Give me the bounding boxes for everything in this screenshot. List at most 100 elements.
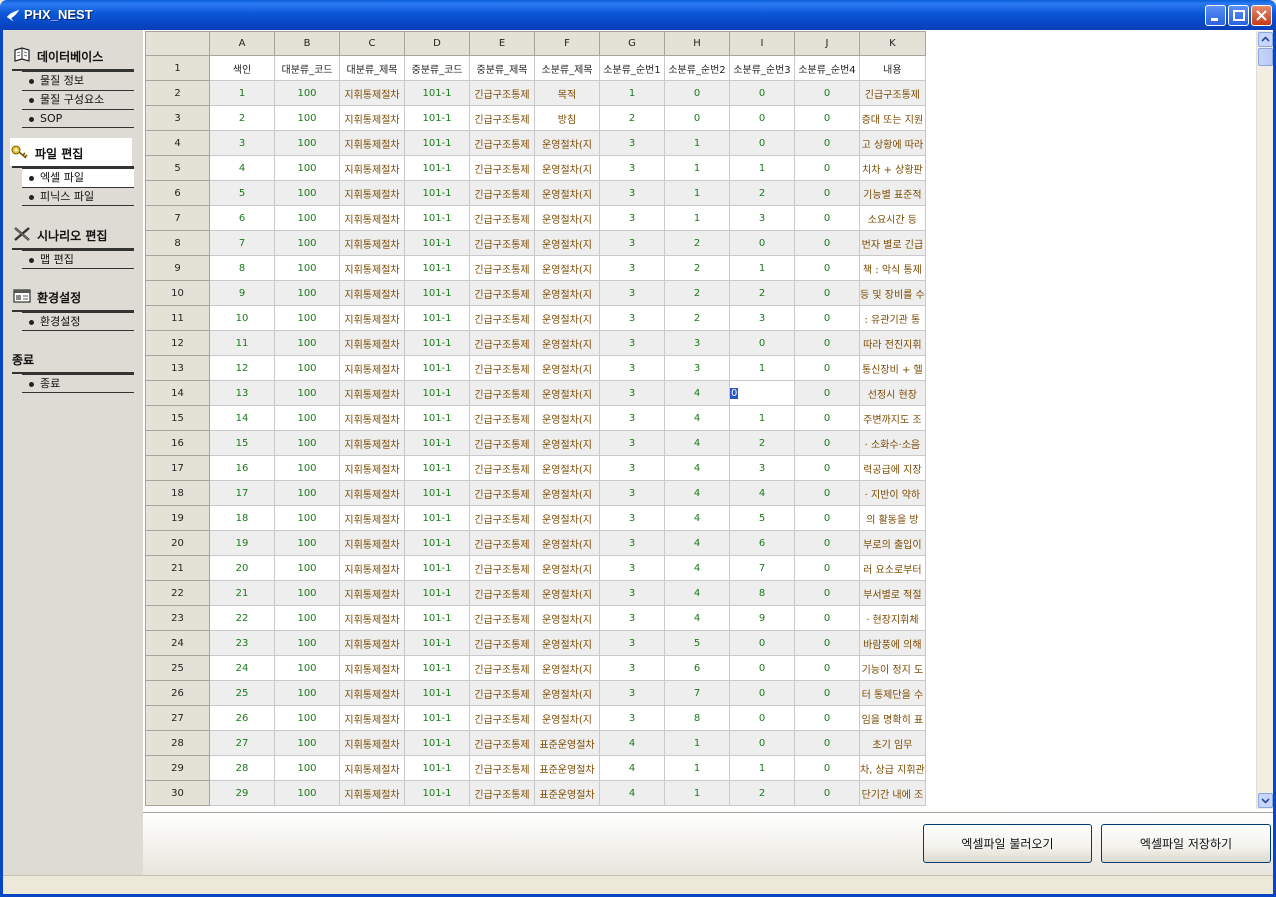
sheet-cell[interactable]: 치차 + 상황판 bbox=[859, 155, 926, 181]
sheet-cell[interactable]: 0 bbox=[729, 380, 795, 406]
sheet-cell[interactable]: 101-1 bbox=[404, 255, 470, 281]
row-header[interactable]: 2 bbox=[145, 80, 210, 106]
sheet-cell[interactable]: 0 bbox=[729, 130, 795, 156]
sheet-cell[interactable]: 1 bbox=[664, 130, 730, 156]
sheet-cell[interactable]: 긴급구조통제 bbox=[469, 780, 535, 806]
sheet-cell[interactable]: 22 bbox=[209, 605, 275, 631]
sheet-cell[interactable]: 1 bbox=[209, 80, 275, 106]
sheet-cell[interactable]: 의 활동을 방 bbox=[859, 505, 926, 531]
sheet-cell[interactable]: 책 : 악식 통제 bbox=[859, 255, 926, 281]
vertical-scrollbar[interactable] bbox=[1256, 31, 1273, 809]
sheet-cell[interactable]: 선정시 현장 bbox=[859, 380, 926, 406]
sheet-cell[interactable]: 3 bbox=[599, 605, 665, 631]
sheet-cell[interactable]: 4 bbox=[664, 555, 730, 581]
sheet-cell[interactable]: · 지반이 약하 bbox=[859, 480, 926, 506]
sheet-cell[interactable]: 0 bbox=[729, 230, 795, 256]
sheet-cell[interactable]: 긴급구조통제 bbox=[469, 380, 535, 406]
sheet-cell[interactable]: 운영절차(지 bbox=[534, 480, 600, 506]
sheet-cell[interactable]: 긴급구조통제 bbox=[469, 630, 535, 656]
sheet-cell[interactable]: 0 bbox=[729, 330, 795, 356]
sheet-cell[interactable]: 1 bbox=[664, 205, 730, 231]
group-exit-header[interactable]: 종료 bbox=[12, 344, 132, 372]
select-all-corner[interactable] bbox=[145, 31, 210, 56]
sheet-cell[interactable]: 101-1 bbox=[404, 230, 470, 256]
sheet-cell[interactable]: 긴급구조통제 bbox=[469, 330, 535, 356]
sheet-cell[interactable]: 지휘통제절차 bbox=[339, 205, 405, 231]
sheet-cell[interactable]: 운영절차(지 bbox=[534, 455, 600, 481]
sheet-cell[interactable]: 증대 또는 지원 bbox=[859, 105, 926, 131]
sheet-cell[interactable]: 0 bbox=[794, 130, 860, 156]
sheet-cell[interactable]: 24 bbox=[209, 655, 275, 681]
sheet-cell[interactable]: 주변까지도 조 bbox=[859, 405, 926, 431]
sheet-cell[interactable]: 101-1 bbox=[404, 305, 470, 331]
sheet-cell[interactable]: 0 bbox=[794, 555, 860, 581]
sheet-cell[interactable]: 101-1 bbox=[404, 780, 470, 806]
sheet-cell[interactable]: 6 bbox=[729, 530, 795, 556]
sheet-cell[interactable]: 101-1 bbox=[404, 655, 470, 681]
sheet-cell[interactable]: 2 bbox=[599, 105, 665, 131]
sheet-cell[interactable]: 운영절차(지 bbox=[534, 205, 600, 231]
sheet-cell[interactable]: 0 bbox=[794, 680, 860, 706]
sheet-cell[interactable]: 지휘통제절차 bbox=[339, 780, 405, 806]
sidebar-item-exit[interactable]: 종료 bbox=[22, 374, 134, 393]
sheet-cell[interactable]: · 현장지휘체 bbox=[859, 605, 926, 631]
sheet-cell[interactable]: 100 bbox=[274, 80, 340, 106]
sheet-cell[interactable]: 0 bbox=[794, 630, 860, 656]
sheet-cell[interactable]: 100 bbox=[274, 530, 340, 556]
sheet-cell[interactable]: 100 bbox=[274, 705, 340, 731]
sheet-cell[interactable]: 단기간 내에 조 bbox=[859, 780, 926, 806]
sheet-cell[interactable]: 지휘통제절차 bbox=[339, 430, 405, 456]
sheet-cell[interactable]: 지휘통제절차 bbox=[339, 180, 405, 206]
sheet-cell[interactable]: 1 bbox=[729, 755, 795, 781]
sheet-cell[interactable]: 운영절차(지 bbox=[534, 580, 600, 606]
sheet-cell[interactable]: 색인 bbox=[209, 55, 275, 81]
sheet-cell[interactable]: 기능이 정지 도 bbox=[859, 655, 926, 681]
sheet-cell[interactable]: 지휘통제절차 bbox=[339, 705, 405, 731]
sheet-cell[interactable]: 100 bbox=[274, 205, 340, 231]
sheet-cell[interactable]: 101-1 bbox=[404, 705, 470, 731]
sheet-cell[interactable]: 긴급구조통제 bbox=[469, 130, 535, 156]
sheet-cell[interactable]: 긴급구조통제 bbox=[469, 705, 535, 731]
sheet-cell[interactable]: 지휘통제절차 bbox=[339, 80, 405, 106]
sheet-cell[interactable]: 12 bbox=[209, 355, 275, 381]
sheet-cell[interactable]: 13 bbox=[209, 380, 275, 406]
sheet-cell[interactable]: 0 bbox=[794, 330, 860, 356]
sheet-cell[interactable]: 3 bbox=[599, 530, 665, 556]
sheet-cell[interactable]: 101-1 bbox=[404, 330, 470, 356]
sheet-cell[interactable]: 긴급구조통제 bbox=[469, 530, 535, 556]
save-excel-button[interactable]: 엑셀파일 저장하기 bbox=[1101, 824, 1271, 863]
sheet-cell[interactable]: 지휘통제절차 bbox=[339, 530, 405, 556]
sheet-cell[interactable]: 운영절차(지 bbox=[534, 405, 600, 431]
sheet-cell[interactable]: 0 bbox=[794, 180, 860, 206]
sheet-cell[interactable]: 0 bbox=[794, 730, 860, 756]
sheet-cell[interactable]: 중분류_제목 bbox=[469, 55, 535, 81]
sheet-cell[interactable]: 지휘통제절차 bbox=[339, 730, 405, 756]
sheet-cell[interactable]: 운영절차(지 bbox=[534, 155, 600, 181]
sheet-cell[interactable]: 운영절차(지 bbox=[534, 180, 600, 206]
sheet-cell[interactable]: 0 bbox=[729, 630, 795, 656]
sheet-cell[interactable]: 긴급구조통제 bbox=[469, 430, 535, 456]
sheet-cell[interactable]: 임을 명확히 표 bbox=[859, 705, 926, 731]
row-header[interactable]: 23 bbox=[145, 605, 210, 631]
row-header[interactable]: 30 bbox=[145, 780, 210, 806]
column-header-a[interactable]: A bbox=[209, 31, 275, 56]
row-header[interactable]: 8 bbox=[145, 230, 210, 256]
column-header-f[interactable]: F bbox=[534, 31, 600, 56]
sheet-cell[interactable]: 0 bbox=[794, 455, 860, 481]
sidebar-item-sop[interactable]: SOP bbox=[22, 109, 134, 128]
sheet-cell[interactable]: 9 bbox=[209, 280, 275, 306]
spreadsheet-grid[interactable]: ABCDEFGHIJK 1 색인 대분류_코드 대분류_제목 중분류_코드 중분류_제목 소… bbox=[145, 31, 1255, 809]
row-header[interactable]: 28 bbox=[145, 730, 210, 756]
sheet-cell[interactable]: 지휘통제절차 bbox=[339, 455, 405, 481]
sheet-cell[interactable]: 4 bbox=[599, 780, 665, 806]
row-header[interactable]: 19 bbox=[145, 505, 210, 531]
row-header[interactable]: 18 bbox=[145, 480, 210, 506]
sheet-cell[interactable]: 1 bbox=[729, 355, 795, 381]
sheet-cell[interactable]: 1 bbox=[664, 155, 730, 181]
sheet-cell[interactable]: 8 bbox=[729, 580, 795, 606]
sheet-cell[interactable]: 100 bbox=[274, 430, 340, 456]
sheet-cell[interactable]: 3 bbox=[729, 305, 795, 331]
close-button[interactable] bbox=[1251, 5, 1272, 26]
sheet-cell[interactable]: 초기 임무 bbox=[859, 730, 926, 756]
sheet-cell[interactable]: 운영절차(지 bbox=[534, 355, 600, 381]
